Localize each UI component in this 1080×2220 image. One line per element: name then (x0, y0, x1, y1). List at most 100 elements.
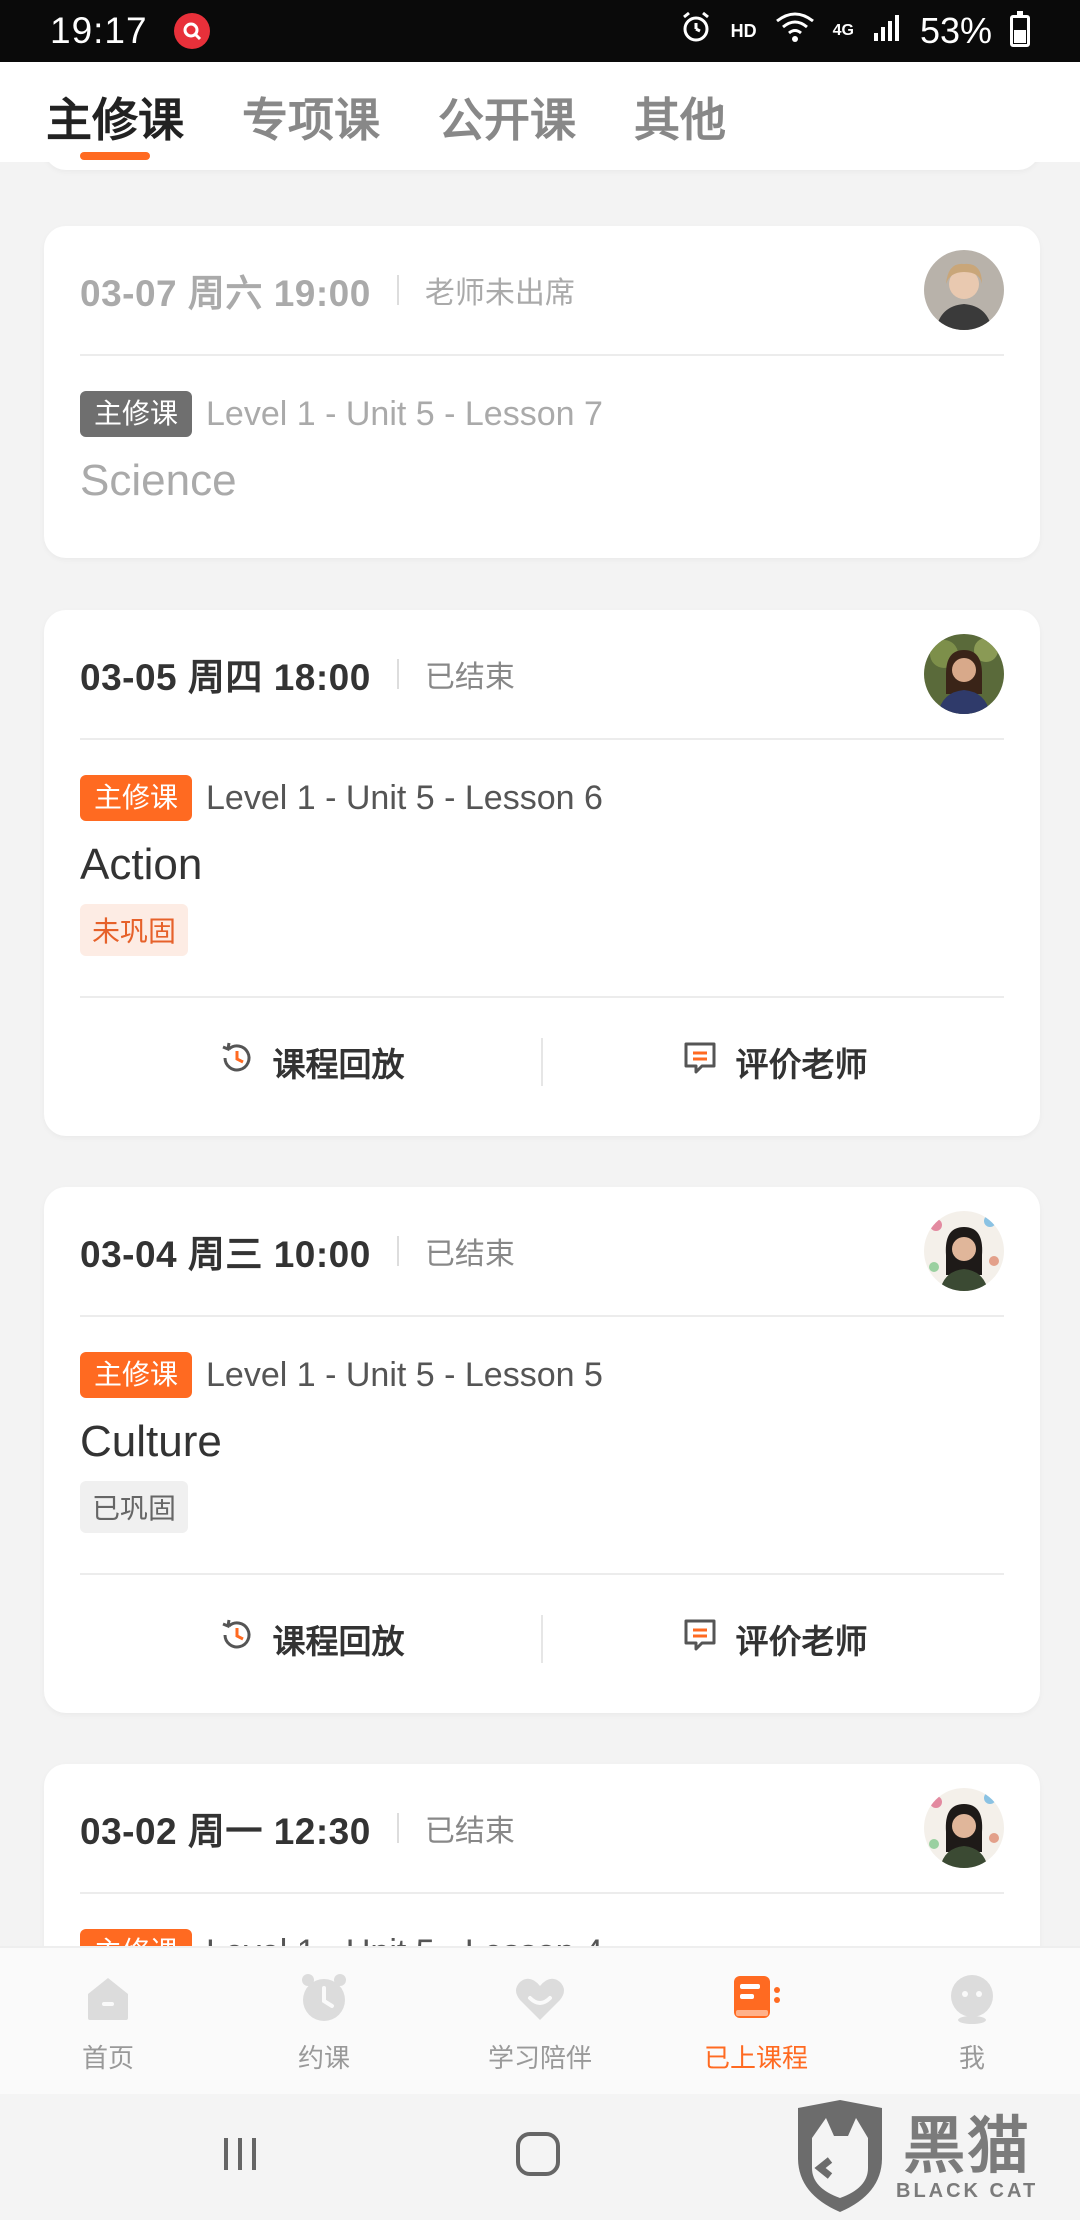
card-header: 03-04 周三 10:00 已结束 (80, 1187, 1004, 1317)
card-header: 03-07 周六 19:00 老师未出席 (80, 226, 1004, 356)
watermark-subtitle: BLACK CAT (896, 2179, 1039, 2202)
nav-label: 约课 (297, 2043, 350, 2073)
signal-icon (872, 10, 902, 52)
nav-label: 已上课程 (703, 2043, 808, 2073)
card-body: 主修课 Level 1 - Unit 5 - Lesson 7 Science (44, 356, 1040, 506)
comment-icon (680, 1038, 720, 1086)
card-actions: 课程回放 评价老师 (80, 996, 1004, 1126)
class-status: 已结束 (424, 1815, 515, 1848)
divider (396, 659, 399, 689)
class-datetime: 03-04 周三 10:00 (80, 1234, 371, 1275)
history-icon (217, 1038, 257, 1086)
lesson-code: Level 1 - Unit 5 - Lesson 5 (206, 1355, 603, 1394)
history-icon (217, 1615, 257, 1663)
replay-button[interactable]: 课程回放 (80, 998, 541, 1126)
watermark-title: 黑猫 (903, 2111, 1032, 2181)
profile-icon (944, 1970, 1000, 2026)
tab-other[interactable]: 其他 (634, 62, 726, 162)
tab-main-course[interactable]: 主修课 (46, 62, 184, 162)
replay-button[interactable]: 课程回放 (80, 1575, 541, 1703)
course-tag: 主修课 (80, 1352, 193, 1398)
alarm-icon (679, 10, 713, 53)
course-card[interactable]: 03-02 周一 12:30 已结束 主修课 Level 1 - Unit 5 … (44, 1764, 1040, 1946)
nav-book-class[interactable]: 约课 (216, 1948, 432, 2094)
lesson-title: Action (80, 840, 203, 889)
home-square-icon (514, 2130, 562, 2183)
course-card-partial[interactable] (44, 162, 1040, 170)
course-card[interactable]: 03-04 周三 10:00 已结束 主修课 Level 1 - Unit 5 … (44, 1187, 1040, 1713)
rate-label: 评价老师 (735, 1046, 868, 1083)
home-button[interactable] (508, 2126, 568, 2186)
rate-teacher-button[interactable]: 评价老师 (543, 1575, 1004, 1703)
divider (396, 275, 399, 305)
nav-label: 我 (958, 2043, 985, 2073)
lesson-title: Culture (80, 1417, 222, 1466)
wifi-icon (775, 10, 815, 52)
battery-percent: 53% (919, 10, 992, 51)
nav-attended-courses[interactable]: 已上课程 (648, 1948, 864, 2094)
status-time: 19:17 (50, 10, 148, 51)
lesson-code: Level 1 - Unit 5 - Lesson 6 (206, 778, 603, 817)
course-tag: 主修课 (80, 391, 193, 437)
divider (396, 1813, 399, 1843)
nav-profile[interactable]: 我 (864, 1948, 1080, 2094)
lesson-code: Level 1 - Unit 5 - Lesson 7 (206, 394, 603, 433)
replay-label: 课程回放 (272, 1046, 405, 1083)
card-actions: 课程回放 评价老师 (80, 1573, 1004, 1703)
lesson-line: 主修课 Level 1 - Unit 5 - Lesson 7 (80, 390, 1004, 438)
class-datetime: 03-02 周一 12:30 (80, 1811, 371, 1852)
card-header: 03-02 周一 12:30 已结束 (80, 1764, 1004, 1894)
class-status: 已结束 (424, 661, 515, 694)
nav-home[interactable]: 首页 (0, 1948, 216, 2094)
battery-icon (1010, 11, 1030, 47)
nav-study-companion[interactable]: 学习陪伴 (432, 1948, 648, 2094)
rate-teacher-button[interactable]: 评价老师 (543, 998, 1004, 1126)
rate-label: 评价老师 (735, 1623, 868, 1660)
divider (396, 1236, 399, 1266)
status-indicators: HD 4G 53% (679, 10, 1030, 53)
lesson-code: Level 1 - Unit 5 - Lesson 4 (206, 1933, 603, 1947)
course-tag: 主修课 (80, 775, 193, 821)
replay-label: 课程回放 (272, 1623, 405, 1660)
nav-label: 学习陪伴 (487, 2043, 592, 2073)
lesson-title: Science (80, 456, 237, 505)
teacher-avatar[interactable] (924, 250, 1004, 330)
consolidate-badge: 已巩固 (80, 1481, 189, 1533)
teacher-avatar[interactable] (924, 1211, 1004, 1291)
tab-special-course[interactable]: 专项课 (242, 62, 380, 162)
class-status: 已结束 (424, 1238, 515, 1271)
consolidate-badge: 未巩固 (80, 904, 189, 956)
recent-apps-icon (218, 2132, 262, 2181)
card-body: 主修课 Level 1 - Unit 5 - Lesson 4 (44, 1894, 1040, 1946)
teacher-avatar[interactable] (924, 1788, 1004, 1868)
hd-indicator: HD (730, 20, 757, 41)
home-icon (80, 1970, 136, 2026)
card-body: 主修课 Level 1 - Unit 5 - Lesson 5 Culture … (44, 1317, 1040, 1533)
course-card[interactable]: 03-05 周四 18:00 已结束 主修课 Level 1 - Unit 5 … (44, 610, 1040, 1136)
recent-apps-button[interactable] (210, 2126, 270, 2186)
teacher-avatar[interactable] (924, 634, 1004, 714)
course-list[interactable]: 03-07 周六 19:00 老师未出席 主修课 Level 1 - Unit … (0, 162, 1080, 1946)
clock-icon (296, 1970, 352, 2026)
tab-open-course[interactable]: 公开课 (438, 62, 576, 162)
network-type: 4G (832, 22, 854, 39)
nav-label: 首页 (81, 2043, 134, 2073)
course-tag: 主修课 (80, 1929, 193, 1946)
status-bar: 19:17 HD 4G 53% (0, 0, 1080, 62)
comment-icon (680, 1615, 720, 1663)
lesson-line: 主修课 Level 1 - Unit 5 - Lesson 4 (80, 1928, 1004, 1946)
course-card[interactable]: 03-07 周六 19:00 老师未出席 主修课 Level 1 - Unit … (44, 226, 1040, 558)
bottom-nav: 首页 约课 学习陪伴 已上课程 我 (0, 1946, 1080, 2094)
class-datetime: 03-05 周四 18:00 (80, 657, 371, 698)
heart-icon (512, 1970, 568, 2026)
class-datetime: 03-07 周六 19:00 (80, 273, 371, 314)
card-header: 03-05 周四 18:00 已结束 (80, 610, 1004, 740)
search-app-icon (173, 13, 210, 49)
course-type-tabs: 主修课 专项课 公开课 其他 (0, 62, 1080, 162)
card-body: 主修课 Level 1 - Unit 5 - Lesson 6 Action 未… (44, 740, 1040, 956)
watermark: 黑猫 BLACK CAT (790, 2098, 1060, 2218)
watermark-text: 黑猫 BLACK CAT (896, 2111, 1039, 2203)
class-status: 老师未出席 (424, 277, 575, 310)
lesson-line: 主修课 Level 1 - Unit 5 - Lesson 5 (80, 1351, 1004, 1399)
lesson-line: 主修课 Level 1 - Unit 5 - Lesson 6 (80, 774, 1004, 822)
